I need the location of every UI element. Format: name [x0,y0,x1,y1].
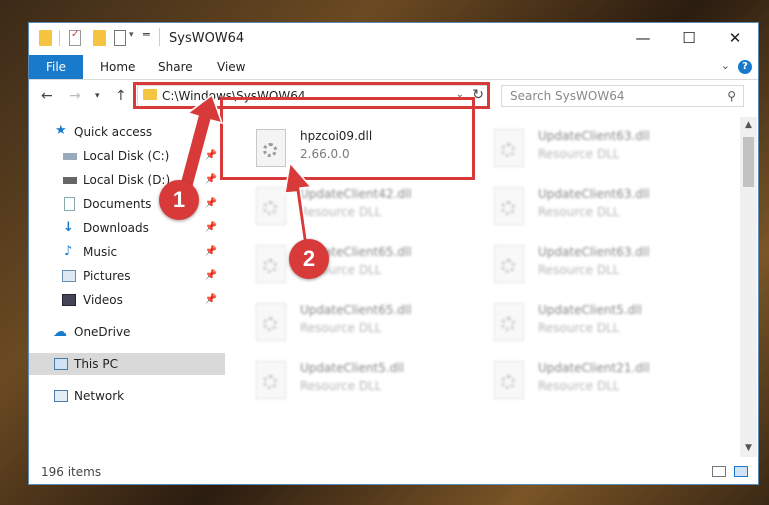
callout-arrows [175,93,313,256]
callout-badge-2: 2 [289,239,329,279]
callout-badge-1: 1 [159,180,199,220]
